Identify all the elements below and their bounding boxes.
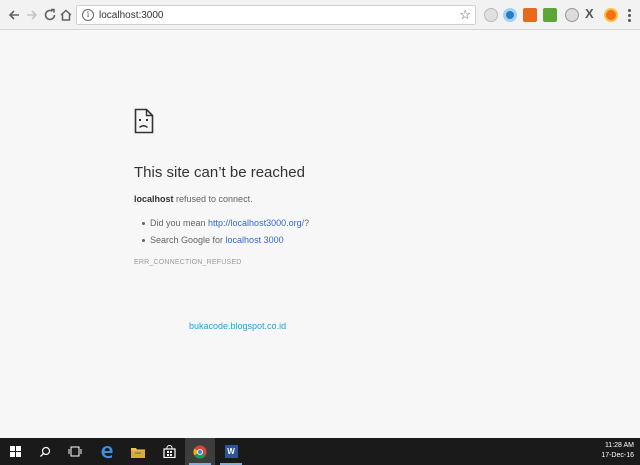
menu-icon[interactable] <box>628 9 632 24</box>
list-item: Search Google for localhost 3000 <box>141 235 309 245</box>
reload-icon <box>44 8 56 21</box>
folder-icon <box>131 447 145 458</box>
ball-ext-icon[interactable] <box>565 8 579 22</box>
fire-ext-icon[interactable] <box>604 8 618 22</box>
info-icon[interactable]: i <box>82 9 94 21</box>
back-arrow-icon <box>8 10 19 20</box>
address-bar[interactable]: i localhost:3000 ☆ <box>76 5 476 25</box>
reload-button[interactable] <box>42 7 58 23</box>
browser-toolbar: i localhost:3000 ☆ X <box>0 0 640 30</box>
start-button[interactable] <box>0 438 30 465</box>
clock-time: 11:28 AM <box>604 442 634 449</box>
suggestion-prefix: Did you mean <box>150 218 209 228</box>
error-desc-suffix: refused to connect. <box>173 194 253 204</box>
bookmark-star-icon[interactable]: ☆ <box>459 7 471 23</box>
word-icon: W <box>224 445 238 458</box>
system-clock[interactable]: 11:28 AM 17-Dec-16 <box>601 441 634 461</box>
android-ext-icon[interactable] <box>543 8 557 22</box>
suggestion-suffix: ? <box>304 218 310 228</box>
search-icon <box>40 446 51 457</box>
taskbar: W 11:28 AM 17-Dec-16 <box>0 438 640 465</box>
clock-date: 17-Dec-16 <box>601 452 634 459</box>
edge-icon <box>101 445 113 458</box>
suggested-url-link[interactable]: http://localhost3000.org/ <box>208 218 304 228</box>
word-taskbar-button[interactable]: W <box>216 438 246 465</box>
x-ext-icon[interactable]: X <box>585 6 594 22</box>
back-button[interactable] <box>6 7 22 23</box>
globe-ext-icon[interactable] <box>503 8 517 22</box>
download-ext-icon[interactable] <box>523 8 537 22</box>
windows-logo-icon <box>9 446 21 457</box>
task-view-button[interactable] <box>60 438 90 465</box>
suggestion-list: Did you mean http://localhost3000.org/? … <box>141 218 310 252</box>
error-host: localhost <box>134 194 174 204</box>
sad-page-icon <box>134 108 154 134</box>
home-icon <box>60 9 72 21</box>
error-description: localhost refused to connect. <box>134 194 253 204</box>
store-button[interactable] <box>154 438 184 465</box>
chrome-icon <box>193 445 207 459</box>
store-bag-icon <box>162 445 176 458</box>
edge-taskbar-button[interactable] <box>92 438 122 465</box>
search-google-link[interactable]: localhost 3000 <box>226 235 284 245</box>
forward-arrow-icon <box>27 10 38 20</box>
suggestion-prefix: Search Google for <box>150 235 226 245</box>
list-item: Did you mean http://localhost3000.org/? <box>141 218 310 228</box>
watermark-text: bukacode.blogspot.co.id <box>189 321 287 331</box>
file-explorer-button[interactable] <box>123 438 153 465</box>
error-code: ERR_CONNECTION_REFUSED <box>134 259 242 266</box>
task-view-icon <box>68 446 82 457</box>
chrome-taskbar-button[interactable] <box>185 438 215 465</box>
home-button[interactable] <box>58 7 74 23</box>
error-title: This site can’t be reached <box>134 164 305 181</box>
search-button[interactable] <box>30 438 60 465</box>
url-text[interactable]: localhost:3000 <box>99 9 164 22</box>
circle-ext-icon[interactable] <box>484 8 498 22</box>
forward-button[interactable] <box>24 7 40 23</box>
